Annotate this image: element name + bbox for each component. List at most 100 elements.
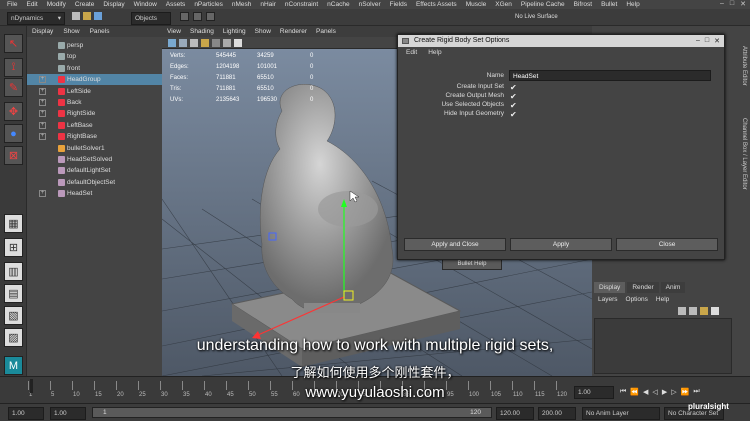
menu-xgen[interactable]: XGen — [495, 1, 512, 8]
expand-icon[interactable]: + — [39, 190, 46, 198]
viewport-menu-renderer[interactable]: Renderer — [280, 28, 307, 35]
outliner-item[interactable]: + RightBase — [27, 131, 162, 142]
wireframe-icon[interactable] — [223, 39, 231, 47]
menu-help[interactable]: Help — [626, 1, 639, 8]
bookmark-icon[interactable] — [190, 39, 198, 47]
new-layer-icon[interactable] — [700, 307, 708, 315]
menu-bullet[interactable]: Bullet — [601, 1, 617, 8]
tab-display[interactable]: Display — [594, 282, 626, 293]
menu-set-dropdown[interactable]: nDynamics ▾ — [7, 12, 65, 25]
outliner-menu-display[interactable]: Display — [32, 28, 53, 35]
outliner-item[interactable]: + LeftBase — [27, 120, 162, 131]
tab-render[interactable]: Render — [627, 282, 659, 293]
menu-display[interactable]: Display — [103, 1, 124, 8]
layer-up-icon[interactable] — [678, 307, 686, 315]
expand-icon[interactable]: + — [39, 110, 46, 118]
menu-nparticles[interactable]: nParticles — [194, 1, 223, 8]
layer-down-icon[interactable] — [689, 307, 697, 315]
camera-attr-icon[interactable] — [179, 39, 187, 47]
menu-nconstraint[interactable]: nConstraint — [285, 1, 318, 8]
layout-single-icon[interactable]: ▦ — [4, 214, 23, 233]
open-scene-icon[interactable] — [83, 12, 91, 20]
menu-effects-assets[interactable]: Effects Assets — [416, 1, 457, 8]
option-checkbox[interactable]: ✔ — [510, 93, 517, 101]
paint-select-icon[interactable]: ✎ — [4, 78, 23, 97]
expand-icon[interactable]: + — [39, 133, 46, 141]
viewport-menu-shading[interactable]: Shading — [190, 28, 214, 35]
layout-outliner-icon[interactable]: ▤ — [4, 284, 23, 303]
outliner-menu-show[interactable]: Show — [63, 28, 79, 35]
live-surface-label[interactable]: No Live Surface — [515, 14, 558, 20]
save-scene-icon[interactable] — [94, 12, 102, 20]
menu-fields[interactable]: Fields — [390, 1, 407, 8]
option-checkbox[interactable]: ✔ — [510, 111, 517, 119]
new-scene-icon[interactable] — [72, 12, 80, 20]
outliner-item[interactable]: bulletSolver1 — [27, 143, 162, 154]
menu-create[interactable]: Create — [75, 1, 95, 8]
menu-window[interactable]: Window — [134, 1, 157, 8]
layers-menu[interactable]: Layers — [598, 296, 618, 303]
expand-icon[interactable]: + — [39, 76, 46, 84]
viewport-menu-panels[interactable]: Panels — [316, 28, 336, 35]
layout-graph-icon[interactable]: ▧ — [4, 306, 23, 325]
apply-and-close-button[interactable]: Apply and Close — [404, 238, 506, 251]
option-checkbox[interactable]: ✔ — [510, 84, 517, 92]
expand-icon[interactable]: + — [39, 121, 46, 129]
playback-start-field[interactable]: 1.00 — [50, 407, 86, 420]
menu-bifrost[interactable]: Bifrost — [574, 1, 592, 8]
image-plane-icon[interactable] — [201, 39, 209, 47]
new-layer-selected-icon[interactable] — [711, 307, 719, 315]
snap-point-icon[interactable] — [206, 12, 215, 21]
close-button[interactable]: Close — [616, 238, 718, 251]
menu-file[interactable]: File — [7, 1, 17, 8]
anim-layer-dropdown[interactable]: No Anim Layer — [582, 407, 660, 420]
outliner-item[interactable]: defaultLightSet — [27, 165, 162, 176]
menu-edit[interactable]: Edit — [26, 1, 37, 8]
snap-grid-icon[interactable] — [180, 12, 189, 21]
end-time-field[interactable]: 200.00 — [538, 407, 576, 420]
tab-anim[interactable]: Anim — [660, 282, 686, 293]
dialog-close-icon[interactable]: ✕ — [714, 37, 720, 45]
help-menu[interactable]: Help — [656, 296, 669, 303]
outliner-item[interactable]: HeadSetSolved — [27, 154, 162, 165]
viewport-menu-show[interactable]: Show — [255, 28, 271, 35]
menu-muscle[interactable]: Muscle — [466, 1, 487, 8]
viewport-menu-lighting[interactable]: Lighting — [223, 28, 246, 35]
start-time-field[interactable]: 1.00 — [8, 407, 44, 420]
layout-split-icon[interactable]: ▥ — [4, 262, 23, 281]
dialog-edit-menu[interactable]: Edit — [406, 49, 417, 59]
outliner-item[interactable]: persp — [27, 40, 162, 51]
rotate-tool-icon[interactable]: ● — [4, 124, 23, 143]
channel-box-tab[interactable]: Channel Box / Layer Editor — [741, 118, 747, 190]
expand-icon[interactable]: + — [39, 99, 46, 106]
outliner-item[interactable]: top — [27, 51, 162, 62]
range-bar[interactable]: 1 120 — [92, 407, 492, 418]
maximize-icon[interactable]: □ — [730, 0, 734, 8]
menu-nsolver[interactable]: nSolver — [359, 1, 381, 8]
close-icon[interactable]: ✕ — [740, 0, 746, 8]
minimize-icon[interactable]: – — [720, 0, 724, 8]
attribute-editor-tab[interactable]: Attribute Editor — [741, 46, 747, 86]
move-tool-icon[interactable]: ✥ — [4, 102, 23, 121]
selection-mode-dropdown[interactable]: Objects — [131, 12, 171, 25]
select-tool-icon[interactable]: ↖ — [4, 34, 23, 53]
dialog-help-menu[interactable]: Help — [428, 49, 441, 59]
outliner-item[interactable]: + Back — [27, 97, 162, 108]
menu-nmesh[interactable]: nMesh — [232, 1, 252, 8]
name-field[interactable]: HeadSet — [509, 70, 711, 81]
outliner-item[interactable]: + HeadGroup — [27, 74, 162, 86]
grid-toggle-icon[interactable] — [212, 39, 220, 47]
outliner-menu-panels[interactable]: Panels — [90, 28, 110, 35]
outliner-item[interactable]: + LeftSide — [27, 86, 162, 97]
outliner-item[interactable]: + HeadSet — [27, 188, 162, 199]
menu-pipeline-cache[interactable]: Pipeline Cache — [521, 1, 565, 8]
menu-ncache[interactable]: nCache — [327, 1, 349, 8]
options-menu[interactable]: Options — [626, 296, 648, 303]
menu-assets[interactable]: Assets — [166, 1, 186, 8]
snap-curve-icon[interactable] — [193, 12, 202, 21]
layout-four-icon[interactable]: ⊞ — [4, 238, 23, 257]
expand-icon[interactable]: + — [39, 87, 46, 95]
dialog-maximize-icon[interactable]: □ — [705, 37, 709, 45]
playback-end-field[interactable]: 120.00 — [496, 407, 534, 420]
scale-tool-icon[interactable]: ⊠ — [4, 146, 23, 165]
